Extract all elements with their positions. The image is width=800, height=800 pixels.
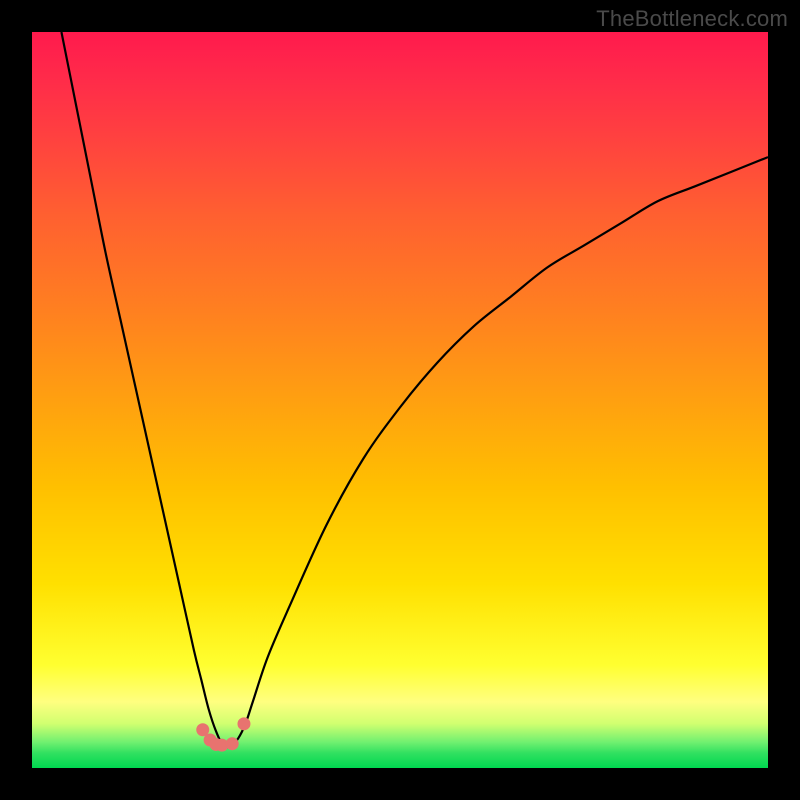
trough-marker: [226, 737, 239, 750]
chart-frame: TheBottleneck.com: [0, 0, 800, 800]
plot-area: [32, 32, 768, 768]
trough-markers: [196, 717, 250, 751]
trough-marker: [237, 717, 250, 730]
bottleneck-curve: [61, 32, 768, 747]
watermark-text: TheBottleneck.com: [596, 6, 788, 32]
curve-layer: [32, 32, 768, 768]
